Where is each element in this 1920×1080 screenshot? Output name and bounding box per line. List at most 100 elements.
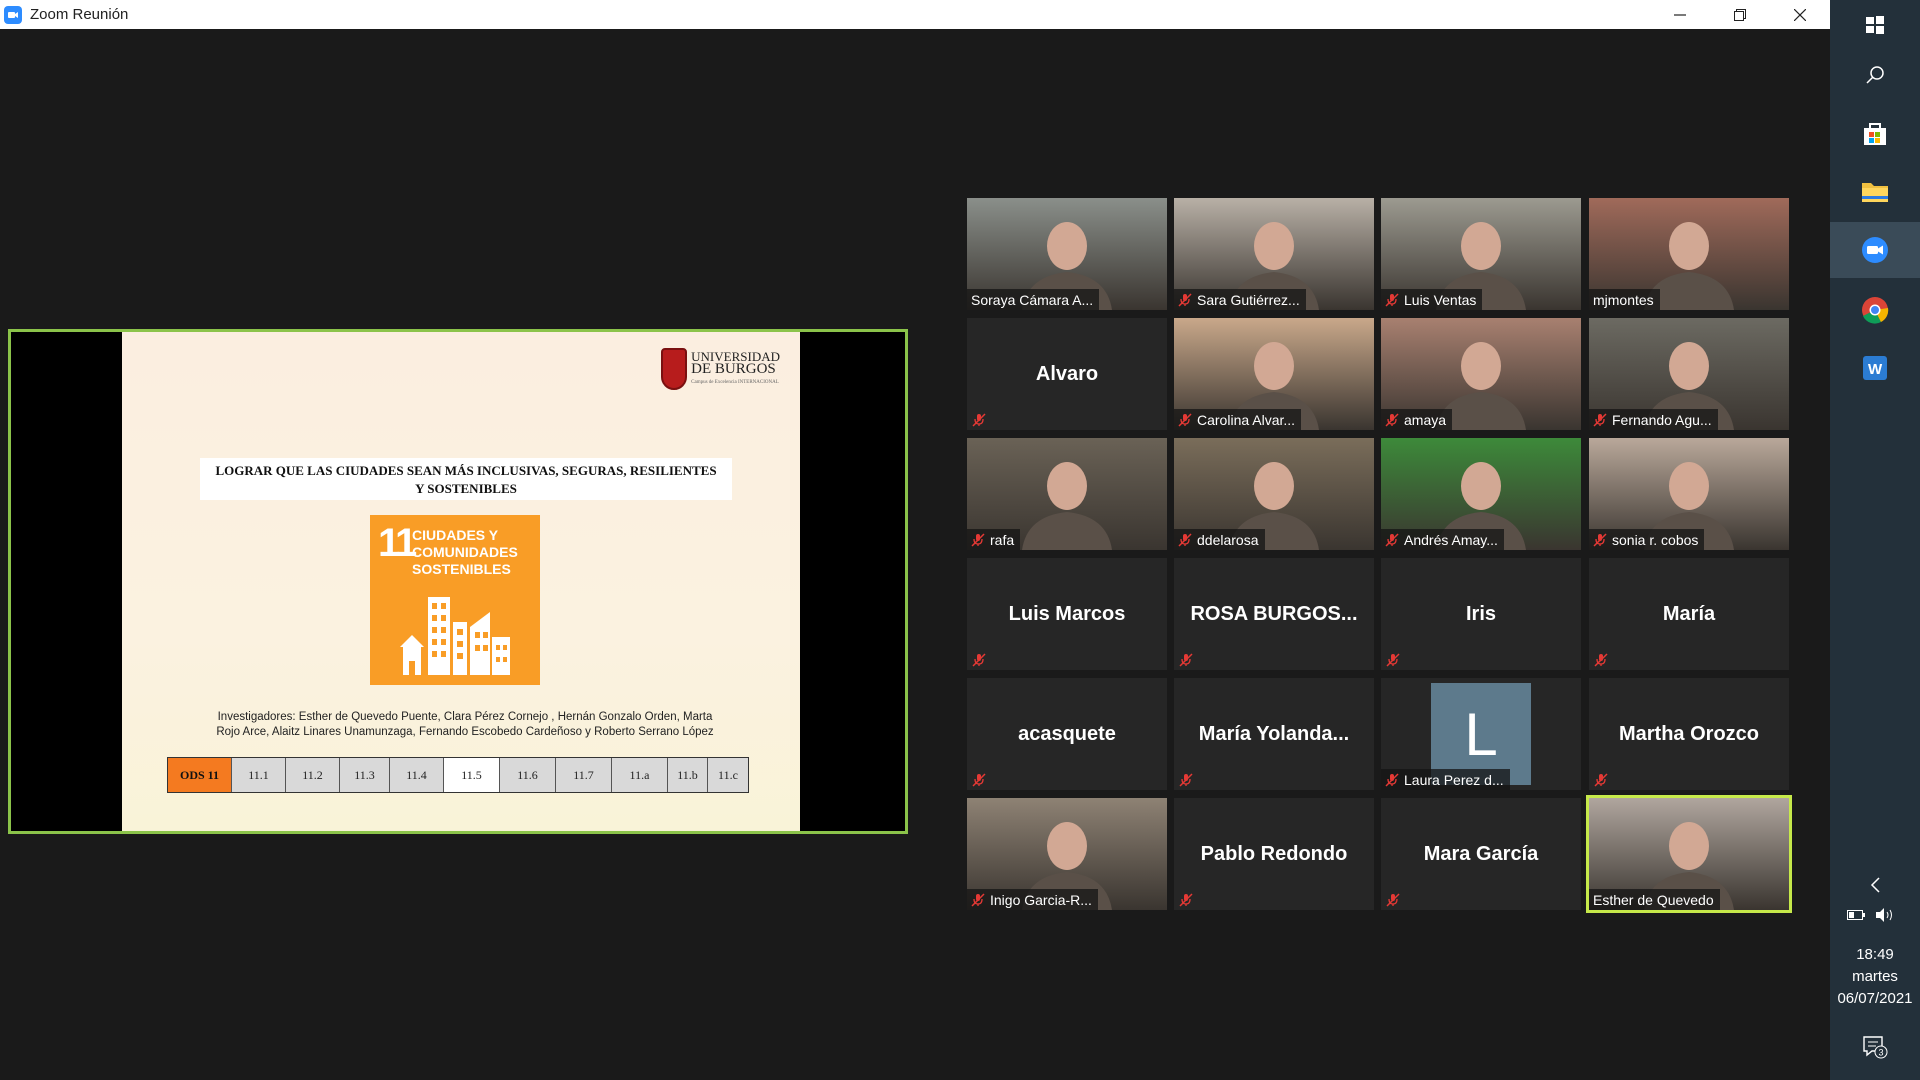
participant-name-label: Esther de Quevedo [1589,889,1720,910]
participant-name: Mara García [1423,842,1539,865]
participant-name: rafa [990,531,1015,548]
slide-title: LOGRAR QUE LAS CIUDADES SEAN MÁS INCLUSI… [200,458,732,500]
restore-button[interactable] [1710,0,1770,29]
clock-day: martes [1852,968,1898,985]
search-icon[interactable] [1860,60,1890,90]
chrome-icon[interactable] [1860,295,1890,325]
notification-icon[interactable]: 3 [1860,1032,1890,1062]
mic-muted-icon [1178,412,1192,427]
mic-muted-icon [1593,532,1607,547]
sdg-11-badge: 11 CIUDADES Y COMUNIDADES SOSTENIBLES [370,515,540,685]
participant-tile[interactable]: María [1589,558,1789,670]
participant-tile[interactable]: Mara García [1381,798,1581,910]
battery-icon[interactable] [1844,900,1868,930]
mic-muted-icon [1179,772,1193,787]
mic-muted-icon [1385,292,1399,307]
mic-muted-icon [1386,652,1400,667]
zoom-app-icon [4,5,22,24]
participant-name: ROSA BURGOS... [1190,602,1358,625]
participant-tile[interactable]: mjmontes [1589,198,1789,310]
participant-name-label: rafa [967,529,1021,550]
participant-tile[interactable]: Luis Ventas [1381,198,1581,310]
participant-name: Fernando Agu... [1612,411,1712,428]
participant-name: amaya [1404,411,1447,428]
participant-tile[interactable]: sonia r. cobos [1589,438,1789,550]
participant-tile[interactable]: Soraya Cámara A... [967,198,1167,310]
file-explorer-icon[interactable] [1860,176,1890,206]
svg-text:3: 3 [1879,1048,1884,1058]
mic-muted-icon [1593,412,1607,427]
word-icon[interactable]: W [1860,353,1890,383]
sdg-target-cell: ODS 11 [168,758,232,792]
participant-tile[interactable]: Inigo Garcia-R... [967,798,1167,910]
shared-screen[interactable]: UNIVERSIDAD DE BURGOS Campus de Excelenc… [8,329,908,834]
participant-tile[interactable]: Andrés Amay... [1381,438,1581,550]
minimize-button[interactable] [1650,0,1710,29]
participant-name: Alvaro [1035,362,1099,385]
mic-muted-icon [1386,892,1400,907]
participant-name: Iris [1465,602,1497,625]
participant-name: Soraya Cámara A... [971,291,1094,308]
participant-name-label: Laura Perez d... [1381,769,1510,790]
sdg-target-cell: 11.b [668,758,708,792]
participant-tile[interactable]: Luis Marcos [967,558,1167,670]
participant-name: Laura Perez d... [1404,771,1504,788]
participant-tile[interactable]: ddelarosa [1174,438,1374,550]
participant-name: mjmontes [1593,291,1654,308]
participant-name: María Yolanda... [1198,722,1350,745]
sdg-target-cell: 11.5 [444,758,500,792]
participant-name-label: Carolina Alvar... [1174,409,1302,430]
city-buildings-icon [400,597,510,675]
mic-muted-icon [972,412,986,427]
shield-icon [661,348,688,390]
logo-line-3: Campus de Excelencia INTERNACIONAL [691,379,779,385]
window-title: Zoom Reunión [30,6,129,23]
participant-tile[interactable]: ROSA BURGOS... [1174,558,1374,670]
mic-muted-icon [1594,772,1608,787]
participant-name-label: mjmontes [1589,289,1660,310]
sdg-text: CIUDADES Y COMUNIDADES SOSTENIBLES [412,527,518,577]
mic-muted-icon [971,892,985,907]
participant-tile[interactable]: L Laura Perez d... [1381,678,1581,790]
participant-tile[interactable]: Carolina Alvar... [1174,318,1374,430]
sdg-target-cell: 11.c [708,758,748,792]
sdg-target-cell: 11.7 [556,758,612,792]
mic-muted-icon [1178,292,1192,307]
mic-muted-icon [972,772,986,787]
participant-tile[interactable]: acasquete [967,678,1167,790]
windows-start-icon[interactable] [1860,10,1890,40]
clock-time[interactable]: 18:49 [1830,944,1920,966]
meeting-area: UNIVERSIDAD DE BURGOS Campus de Excelenc… [0,29,1830,1080]
mic-muted-icon [972,652,986,667]
store-icon[interactable] [1860,118,1890,148]
slide-title-line-2: Y SOSTENIBLES [415,481,517,496]
participant-tile[interactable]: Martha Orozco [1589,678,1789,790]
zoom-taskbar-icon[interactable] [1860,235,1890,265]
participant-name: Carolina Alvar... [1197,411,1296,428]
close-button[interactable] [1770,0,1830,29]
participant-name-label: Inigo Garcia-R... [967,889,1098,910]
speaker-icon[interactable] [1874,900,1898,930]
participant-name: acasquete [1018,722,1116,745]
participant-name: Luis Ventas [1404,291,1477,308]
sdg-targets-bar: ODS 11 11.1 11.2 11.3 11.4 11.5 11.6 11.7 11.a 11… [167,757,749,793]
participant-name-label: sonia r. cobos [1589,529,1705,550]
participant-tile[interactable]: Alvaro [967,318,1167,430]
participant-tile[interactable]: María Yolanda... [1174,678,1374,790]
sdg-number: 11 [378,521,417,565]
participant-name: Luis Marcos [1008,602,1126,625]
mic-muted-icon [1385,412,1399,427]
participant-tile[interactable]: Esther de Quevedo [1586,795,1792,913]
participant-tile[interactable]: Sara Gutiérrez... [1174,198,1374,310]
sdg-target-cell: 11.2 [286,758,340,792]
chevron-left-icon[interactable] [1860,870,1890,900]
participant-tile[interactable]: Fernando Agu... [1589,318,1789,430]
participant-tile[interactable]: Iris [1381,558,1581,670]
participant-name-label: amaya [1381,409,1453,430]
participant-tile[interactable]: rafa [967,438,1167,550]
participant-name-label: Andrés Amay... [1381,529,1504,550]
participant-tile[interactable]: Pablo Redondo [1174,798,1374,910]
participant-tile[interactable]: amaya [1381,318,1581,430]
participant-name: Pablo Redondo [1200,842,1348,865]
participant-name-label: Soraya Cámara A... [967,289,1100,310]
